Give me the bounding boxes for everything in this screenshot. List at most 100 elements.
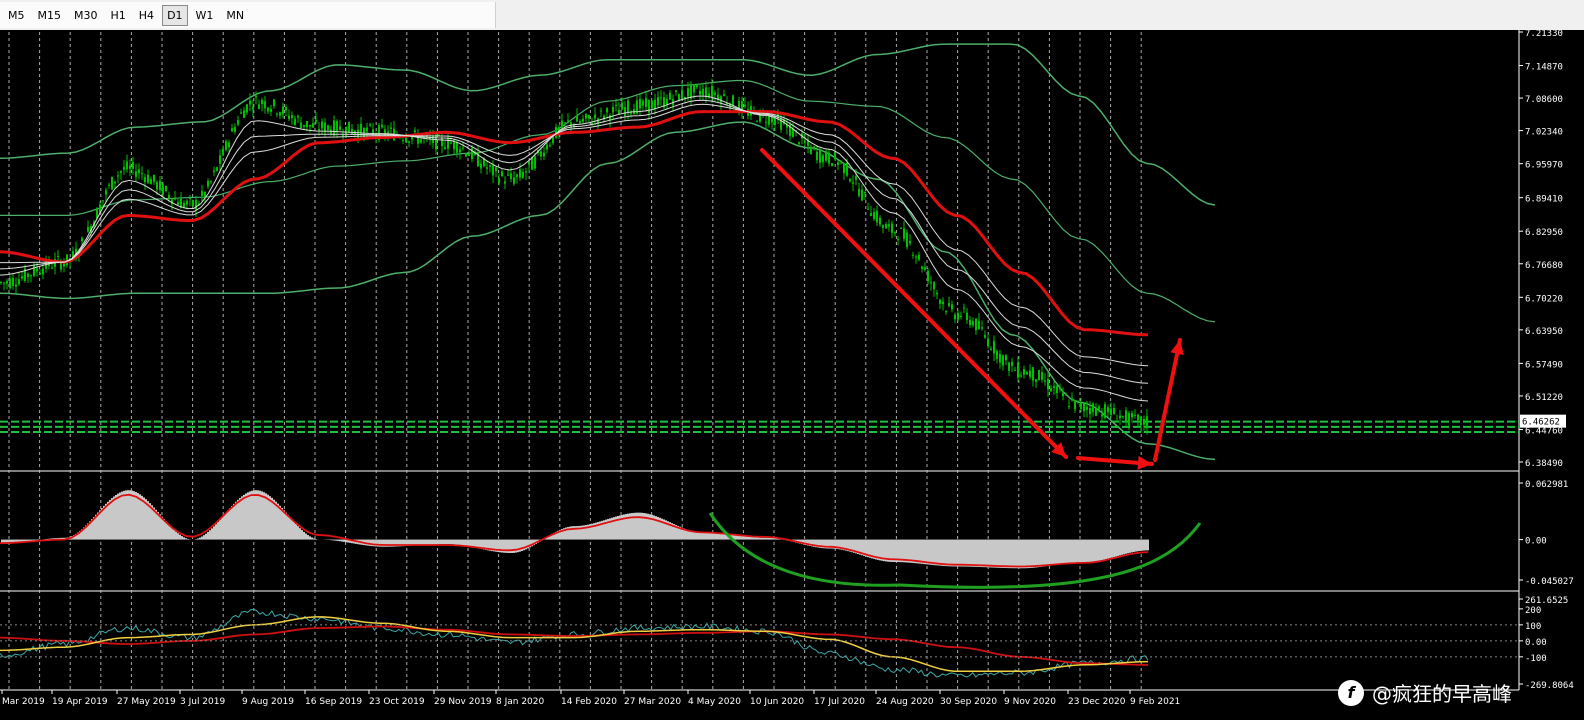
candle-body <box>699 90 701 95</box>
histogram-bar <box>169 525 171 540</box>
candle-body <box>1065 394 1067 396</box>
candle-body <box>18 279 20 285</box>
histogram-bar <box>917 539 919 564</box>
histogram-bar <box>773 538 775 540</box>
candle-body <box>984 335 986 338</box>
timeframe-button-mn[interactable]: MN <box>221 5 249 26</box>
chart-area[interactable]: 7.21330 7.14870 7.08600 7.02340 6.95970 6.894… <box>0 30 1584 720</box>
timeframe-button-m5[interactable]: M5 <box>3 5 30 26</box>
x-tick-label: 17 Jul 2020 <box>814 697 865 707</box>
histogram-bar <box>259 490 261 540</box>
candle-body <box>201 191 203 196</box>
histogram-bar <box>437 539 439 545</box>
candle-body <box>534 156 536 169</box>
histogram-bar <box>963 539 965 567</box>
histogram-bar <box>1145 539 1147 551</box>
timeframe-button-m15[interactable]: M15 <box>33 5 67 26</box>
candle-body <box>501 171 503 176</box>
candle-body <box>108 184 110 186</box>
histogram-bar <box>211 528 213 540</box>
histogram-bar <box>1043 539 1045 567</box>
candle-body <box>612 107 614 113</box>
candle-body <box>744 104 746 107</box>
histogram-bar <box>695 531 697 540</box>
price-tick-label: 6.44760 <box>1525 426 1563 436</box>
candle-body <box>249 100 251 105</box>
candle-body <box>990 348 992 350</box>
candle-body <box>1107 407 1109 413</box>
histogram-bar <box>1085 539 1087 563</box>
candle-body <box>420 139 422 143</box>
candle-body <box>660 97 662 99</box>
candle-body <box>123 167 125 170</box>
histogram-bar <box>167 523 169 540</box>
histogram-bar <box>1135 539 1137 552</box>
histogram-bar <box>933 539 935 566</box>
histogram-bar <box>1097 539 1099 561</box>
histogram-bar <box>309 536 311 540</box>
candle-body <box>834 151 836 160</box>
histogram-bar <box>125 490 127 540</box>
candle-body <box>165 185 167 192</box>
candle-body <box>870 213 872 217</box>
histogram-bar <box>1109 539 1111 559</box>
candle-body <box>1056 385 1058 394</box>
histogram-bar <box>165 521 167 540</box>
candle-body <box>255 95 257 98</box>
histogram-bar <box>699 532 701 540</box>
timeframe-button-m30[interactable]: M30 <box>69 5 103 26</box>
histogram-bar <box>243 494 245 540</box>
histogram-bar <box>749 536 751 540</box>
candle-body <box>1053 386 1055 388</box>
histogram-bar <box>985 539 987 568</box>
candle-body <box>0 281 2 284</box>
candle-body <box>228 142 230 148</box>
histogram-bar <box>1077 539 1079 563</box>
candle-body <box>177 202 179 206</box>
histogram-bar <box>143 497 145 540</box>
histogram-bar <box>743 536 745 540</box>
timeframe-button-h4[interactable]: H4 <box>134 5 159 26</box>
histogram-bar <box>305 533 307 540</box>
histogram-bar <box>237 499 239 540</box>
histogram-bar <box>281 507 283 540</box>
candle-body <box>981 327 983 329</box>
histogram-bar <box>1075 539 1077 563</box>
histogram-bar <box>1059 539 1061 565</box>
histogram-bar <box>459 539 461 545</box>
candle-body <box>540 151 542 157</box>
candle-body <box>972 321 974 326</box>
histogram-bar <box>303 531 305 540</box>
histogram-bar <box>951 539 953 567</box>
candle-body <box>1086 406 1088 410</box>
candle-body <box>687 88 689 97</box>
timeframe-button-w1[interactable]: W1 <box>191 5 219 26</box>
candle-body <box>1116 421 1118 423</box>
histogram-bar <box>149 503 151 540</box>
histogram-bar <box>967 539 969 567</box>
timeframe-button-h1[interactable]: H1 <box>106 5 131 26</box>
timeframe-button-d1[interactable]: D1 <box>162 4 188 26</box>
candle-body <box>381 124 383 128</box>
histogram-bar <box>705 532 707 540</box>
candle-body <box>618 109 620 115</box>
candle-body <box>1125 410 1127 423</box>
histogram-bar <box>139 494 141 540</box>
histogram-bar <box>429 539 431 545</box>
candle-body <box>654 99 656 110</box>
histogram-bar <box>701 532 703 540</box>
candle-body <box>531 157 533 170</box>
histogram-bar <box>1065 539 1067 564</box>
candle-body <box>1071 398 1073 401</box>
candle-body <box>339 126 341 131</box>
candle-body <box>150 179 152 185</box>
candle-body <box>237 120 239 125</box>
candle-body <box>816 151 818 161</box>
candle-body <box>915 256 917 258</box>
price-tick-label: 6.57490 <box>1525 360 1563 370</box>
histogram-bar <box>921 539 923 564</box>
candle-body <box>549 145 551 147</box>
histogram-bar <box>301 530 303 540</box>
candle-body <box>1080 402 1082 410</box>
histogram-bar <box>221 517 223 540</box>
